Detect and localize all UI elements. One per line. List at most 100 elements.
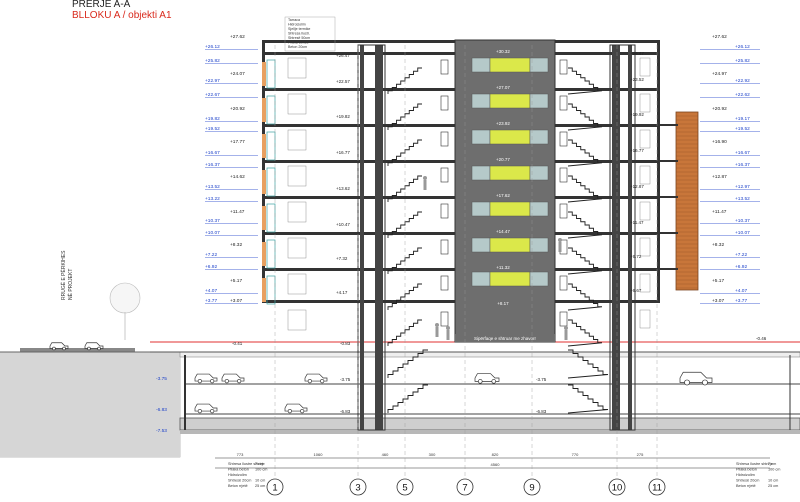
right-level-black-6: +11.47 — [712, 209, 727, 215]
core-level-5: +17.62 — [496, 193, 510, 198]
window-right-5 — [639, 201, 651, 221]
underground-level-center-1: -3.75 — [340, 377, 351, 382]
right-level-blue-16: +3.77 — [735, 298, 747, 304]
core-window-yellow-1 — [489, 57, 531, 73]
window-right-8 — [639, 309, 651, 329]
door-left-1 — [440, 59, 449, 75]
ground-left-mass — [0, 352, 180, 457]
inner-level-left-6: +10.47 — [336, 222, 350, 227]
axis-label-11: 11 — [652, 483, 662, 494]
right-inner-level-2: +23.52 — [630, 77, 644, 82]
axis-label-9: 9 — [529, 483, 534, 494]
left-level-blue-9: +13.52 — [205, 184, 220, 190]
right-level-black-9: +3.07 — [712, 298, 724, 304]
balcony-panel-left-2 — [262, 98, 266, 122]
column-axis-10 — [628, 45, 632, 430]
right-inner-level-6: +11.47 — [630, 220, 644, 225]
right-inner-level-5: +12.87 — [630, 184, 644, 189]
car-icon-b1-5-wheel-2 — [702, 379, 708, 386]
door-right-2 — [559, 95, 568, 111]
person-icon-2-head — [435, 323, 439, 327]
legend-right-row-3: Hidroizolim — [736, 473, 755, 477]
car-icon-b1-4 — [474, 373, 500, 384]
core-window-right-3 — [529, 129, 549, 145]
left-level-black-9: +3.07 — [230, 298, 242, 304]
core-level-1: +30.32 — [496, 49, 510, 54]
right-level-blue-10: +13.52 — [735, 196, 750, 202]
right-level-black-1: +27.62 — [712, 34, 727, 40]
left-level-black-5: +14.62 — [230, 174, 245, 180]
car-icon-road-1-wheel-2 — [62, 346, 66, 351]
dimension-value-6: 770 — [572, 452, 579, 457]
person-icon-4-head — [558, 238, 562, 242]
inner-level-left-7: +7.32 — [336, 256, 348, 261]
right-level-blue-3: +22.92 — [735, 78, 750, 84]
window-right-3 — [639, 129, 651, 149]
person-icon-1-head — [423, 176, 427, 180]
core-window-right-2 — [529, 93, 549, 109]
door-left-3 — [440, 131, 449, 147]
car-icon-b1-3-wheel-1 — [307, 378, 312, 384]
left-level-black-3: +20.92 — [230, 106, 245, 112]
dimension-value-3: 460 — [382, 452, 389, 457]
person-icon-3-head — [446, 326, 450, 330]
ground-slab — [179, 351, 800, 358]
left-level-black-1: +27.62 — [230, 34, 245, 40]
right-level-blue-1: +26.12 — [735, 44, 750, 50]
section-subtitle: BLLOKU A / objekti A1 — [72, 10, 172, 21]
door-right-5 — [559, 203, 568, 219]
right-level-black-8: +5.17 — [712, 278, 724, 284]
window-left-3 — [287, 129, 307, 151]
core-window-right-6 — [529, 237, 549, 253]
section-svg: RRUGË E PËRKIHES NË PROJEKT +30.32 +27.07 +2… — [0, 0, 800, 496]
person-icon-5-body — [564, 330, 568, 340]
section-title: PRERJE A-A — [72, 0, 131, 10]
car-icon-road-1-wheel-1 — [52, 346, 56, 351]
left-level-black-6: +11.47 — [230, 209, 245, 215]
dimension-value-1: 773 — [237, 452, 244, 457]
stair-left-b2-path — [387, 384, 428, 413]
core-level-4: +20.77 — [496, 157, 510, 162]
car-icon-b1-1-wheel-2 — [210, 378, 215, 384]
right-level-blue-7: +16.67 — [735, 150, 750, 156]
car-icon-b1-3 — [304, 373, 328, 384]
left-level-black-7: +8.32 — [230, 242, 242, 248]
door-right-4 — [559, 167, 568, 183]
road-label-2: NË PROJEKT — [67, 269, 74, 300]
left-level-blue-10: +13.22 — [205, 196, 220, 202]
left-level-blue-6: +19.52 — [205, 126, 220, 132]
car-icon-b1-5-wheel-1 — [684, 379, 690, 386]
right-level-blue-9: +12.97 — [735, 184, 750, 190]
balcony-glass-left-6 — [266, 239, 276, 269]
legend-right-value-5: 25 cm — [768, 484, 778, 488]
underground-level-center-3: -3.75 — [536, 377, 547, 382]
core-window-left-7 — [471, 271, 491, 287]
core-window-right-5 — [529, 201, 549, 217]
left-level-blue-2: +25.82 — [205, 58, 220, 64]
inner-level-left-5: +13.62 — [336, 186, 350, 191]
core-window-left-6 — [471, 237, 491, 253]
balcony-glass-left-4 — [266, 167, 276, 197]
right-inner-level-3: +19.92 — [630, 112, 644, 117]
balcony-panel-left-6 — [262, 242, 266, 266]
door-left-7 — [440, 275, 449, 291]
right-level-blue-4: +22.62 — [735, 92, 750, 98]
facade-wall-right — [657, 40, 660, 302]
car-icon-b2-2 — [284, 403, 308, 414]
core-level-6: +14.47 — [496, 229, 510, 234]
balcony-glass-left-2 — [266, 95, 276, 125]
roof-note-2: Hidroizolim — [288, 23, 306, 27]
legend-left-row-4: Shtresë 20cm — [228, 479, 251, 483]
road-label-1: RRUGË E PËRKIHES — [60, 250, 67, 300]
underground-level-left-2: -6.83 — [156, 407, 167, 413]
core-window-right-4 — [529, 165, 549, 181]
right-inner-level-1: +26.47 — [630, 51, 644, 56]
balcony-glass-left-1 — [266, 59, 276, 89]
roof-note-1: Tarraca — [288, 18, 300, 22]
axis-label-1: 1 — [272, 483, 277, 494]
right-level-blue-12: +10.07 — [735, 230, 750, 236]
core-window-left-4 — [471, 165, 491, 181]
car-icon-b2-1 — [194, 403, 218, 414]
right-level-black-2: +24.97 — [712, 71, 727, 77]
door-left-6 — [440, 239, 449, 255]
